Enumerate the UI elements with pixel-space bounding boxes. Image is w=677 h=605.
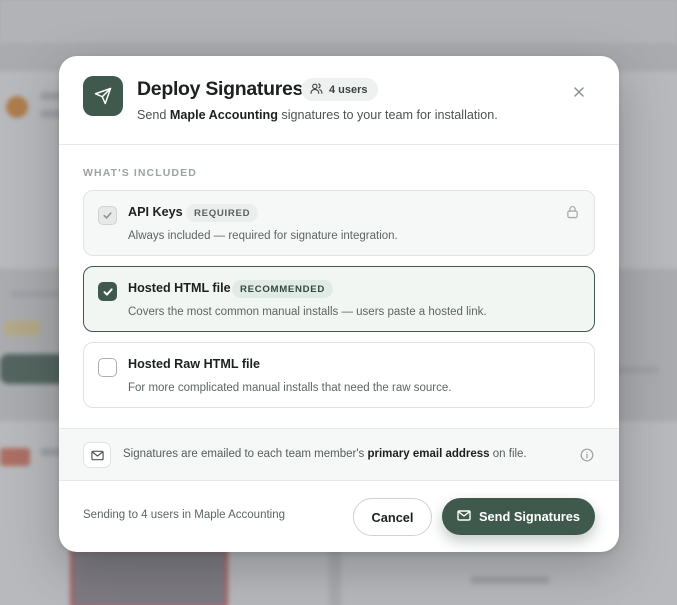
option-hosted-html[interactable]: Hosted HTML file RECOMMENDED Covers the … [83,266,595,332]
recommended-tag: RECOMMENDED [232,280,333,298]
cancel-button[interactable]: Cancel [353,498,432,536]
users-count-badge: 4 users [301,78,378,101]
modal-title: Deploy Signatures [137,78,304,100]
info-prefix: Signatures are emailed to each team memb… [123,448,368,460]
option-title: Hosted Raw HTML file [128,357,261,371]
option-title: Hosted HTML file [128,281,231,295]
option-description: For more complicated manual installs tha… [128,382,452,394]
users-icon [310,82,323,98]
deploy-signatures-modal: Deploy Signatures 4 users Send Maple Acc… [59,56,619,552]
info-emphasis: primary email address [367,448,490,460]
info-suffix: on file. [489,448,527,460]
modal-header: Deploy Signatures 4 users Send Maple Acc… [59,56,619,145]
option-api-keys: API Keys REQUIRED Always included — requ… [83,190,595,256]
delivery-info-bar: Signatures are emailed to each team memb… [59,428,619,481]
hosted-html-checkbox[interactable] [98,282,117,301]
option-description: Always included — required for signature… [128,230,398,242]
send-signatures-label: Send Signatures [479,509,580,524]
option-hosted-raw-html[interactable]: Hosted Raw HTML file For more complicate… [83,342,595,408]
mail-icon [457,509,471,524]
option-description: Covers the most common manual installs —… [128,306,487,318]
mail-icon [83,442,111,468]
send-signatures-button[interactable]: Send Signatures [442,498,595,535]
users-count-label: 4 users [329,83,368,96]
required-tag: REQUIRED [186,204,259,222]
close-button[interactable] [567,82,591,106]
subtitle-company: Maple Accounting [169,108,278,122]
section-label: WHAT'S INCLUDED [83,167,197,179]
option-title: API Keys [128,205,183,219]
sending-status: Sending to 4 users in Maple Accounting [83,509,286,521]
hosted-raw-html-checkbox[interactable] [98,358,117,377]
delivery-info-text: Signatures are emailed to each team memb… [123,448,527,460]
subtitle-prefix: Send [137,108,170,122]
modal-subtitle: Send Maple Accounting signatures to your… [137,108,498,122]
api-keys-checkbox [98,206,117,225]
close-icon [573,85,585,103]
info-icon[interactable] [580,448,594,467]
lock-icon [566,205,579,224]
subtitle-suffix: signatures to your team for installation… [277,108,498,122]
send-icon [83,76,123,116]
